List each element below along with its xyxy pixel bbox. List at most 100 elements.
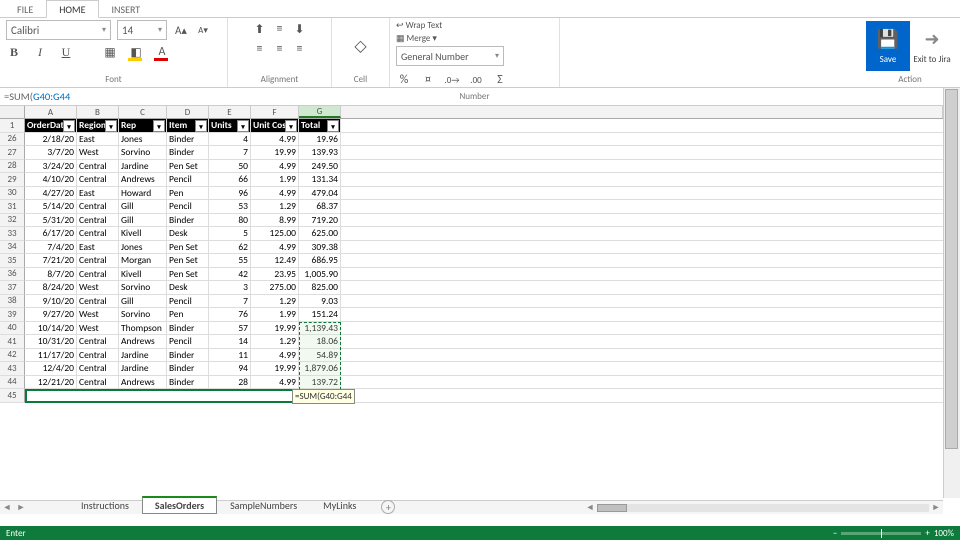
zoom-out-icon[interactable]: − bbox=[833, 528, 837, 539]
cell[interactable]: Gill bbox=[119, 214, 167, 228]
cell[interactable]: Pencil bbox=[167, 295, 209, 309]
cell[interactable] bbox=[209, 389, 251, 403]
format-cell-icon[interactable]: ◇ bbox=[353, 38, 369, 54]
cell[interactable]: 10/31/20 bbox=[25, 335, 77, 349]
cell[interactable]: Sorvino bbox=[119, 308, 167, 322]
cell[interactable]: 1.29 bbox=[251, 200, 299, 214]
cell[interactable]: 12.49 bbox=[251, 254, 299, 268]
col-header-F[interactable]: F bbox=[251, 106, 299, 118]
borders-icon[interactable]: ▦ bbox=[102, 44, 118, 60]
cell[interactable]: 94 bbox=[209, 362, 251, 376]
cell[interactable]: Kivell bbox=[119, 227, 167, 241]
sheet-tab-samplenumbers[interactable]: SampleNumbers bbox=[217, 497, 310, 514]
cell[interactable]: Central bbox=[77, 376, 119, 390]
cell[interactable]: 4.99 bbox=[251, 133, 299, 147]
cell[interactable]: 7 bbox=[209, 146, 251, 160]
cell[interactable]: 4.99 bbox=[251, 376, 299, 390]
percent-icon[interactable]: % bbox=[396, 72, 412, 88]
row-header[interactable]: 37 bbox=[0, 281, 25, 295]
table-header-D[interactable]: Item bbox=[167, 119, 209, 133]
cell[interactable]: 9/10/20 bbox=[25, 295, 77, 309]
cell[interactable]: Central bbox=[77, 200, 119, 214]
cell[interactable]: East bbox=[77, 133, 119, 147]
cell[interactable]: West bbox=[77, 281, 119, 295]
cell[interactable]: 7/21/20 bbox=[25, 254, 77, 268]
cell[interactable]: Pen Set bbox=[167, 268, 209, 282]
table-header-B[interactable]: Region bbox=[77, 119, 119, 133]
cell[interactable]: 5/31/20 bbox=[25, 214, 77, 228]
cell[interactable]: 479.04 bbox=[299, 187, 341, 201]
table-header-E[interactable]: Units bbox=[209, 119, 251, 133]
cell[interactable]: 11 bbox=[209, 349, 251, 363]
cell[interactable]: West bbox=[77, 146, 119, 160]
cell[interactable]: Pen Set bbox=[167, 254, 209, 268]
cell[interactable]: 80 bbox=[209, 214, 251, 228]
cell[interactable]: 1,139.43 bbox=[299, 322, 341, 336]
spreadsheet-grid[interactable]: A B C D E F G 1OrderDateRegionRepItemUni… bbox=[0, 106, 943, 500]
cell[interactable]: 8.99 bbox=[251, 214, 299, 228]
cell[interactable]: Jardine bbox=[119, 349, 167, 363]
cell[interactable]: Thompson bbox=[119, 322, 167, 336]
cell[interactable]: East bbox=[77, 241, 119, 255]
cell[interactable]: 4.99 bbox=[251, 349, 299, 363]
align-bottom-icon[interactable]: ⬇ bbox=[291, 20, 309, 38]
row-header[interactable]: 27 bbox=[0, 146, 25, 160]
cell[interactable]: 5 bbox=[209, 227, 251, 241]
cell[interactable]: 275.00 bbox=[251, 281, 299, 295]
scroll-right-icon[interactable]: ► bbox=[14, 502, 28, 513]
row-header[interactable]: 29 bbox=[0, 173, 25, 187]
cell[interactable]: 10/14/20 bbox=[25, 322, 77, 336]
row-header[interactable]: 34 bbox=[0, 241, 25, 255]
cell[interactable]: 54.89 bbox=[299, 349, 341, 363]
cell[interactable]: 57 bbox=[209, 322, 251, 336]
cell[interactable]: 309.38 bbox=[299, 241, 341, 255]
cell[interactable]: Binder bbox=[167, 322, 209, 336]
currency-icon[interactable]: ¤ bbox=[420, 72, 436, 88]
cell[interactable]: Central bbox=[77, 227, 119, 241]
cell[interactable]: 96 bbox=[209, 187, 251, 201]
cell[interactable]: 131.34 bbox=[299, 173, 341, 187]
zoom-in-icon[interactable]: + bbox=[925, 528, 929, 539]
col-header-blank[interactable] bbox=[341, 106, 943, 118]
cell[interactable]: Pencil bbox=[167, 173, 209, 187]
cell[interactable]: 625.00 bbox=[299, 227, 341, 241]
cell[interactable]: Central bbox=[77, 362, 119, 376]
table-header-G[interactable]: Total bbox=[299, 119, 341, 133]
zoom-slider[interactable] bbox=[841, 532, 921, 535]
increase-font-icon[interactable]: A▴ bbox=[173, 22, 189, 38]
cell[interactable] bbox=[119, 389, 167, 403]
cell[interactable]: Binder bbox=[167, 214, 209, 228]
cell[interactable]: Andrews bbox=[119, 335, 167, 349]
cell[interactable]: Central bbox=[77, 335, 119, 349]
cell[interactable]: 4.99 bbox=[251, 187, 299, 201]
cell[interactable]: Binder bbox=[167, 376, 209, 390]
col-header-C[interactable]: C bbox=[119, 106, 167, 118]
cell[interactable]: Central bbox=[77, 349, 119, 363]
row-header[interactable]: 36 bbox=[0, 268, 25, 282]
row-header[interactable]: 33 bbox=[0, 227, 25, 241]
cell[interactable]: Gill bbox=[119, 200, 167, 214]
align-center-icon[interactable]: ≡ bbox=[271, 40, 289, 58]
row-header[interactable]: 35 bbox=[0, 254, 25, 268]
cell[interactable]: Central bbox=[77, 268, 119, 282]
cell[interactable]: 1.99 bbox=[251, 308, 299, 322]
row-header[interactable]: 40 bbox=[0, 322, 25, 336]
tab-home[interactable]: HOME bbox=[46, 0, 98, 18]
cell[interactable]: Pencil bbox=[167, 200, 209, 214]
cell[interactable]: 8/24/20 bbox=[25, 281, 77, 295]
align-top-icon[interactable]: ⬆ bbox=[251, 20, 269, 38]
cell[interactable]: 4 bbox=[209, 133, 251, 147]
cell[interactable]: Jones bbox=[119, 241, 167, 255]
cell[interactable]: Pen Set bbox=[167, 241, 209, 255]
cell[interactable]: 3/7/20 bbox=[25, 146, 77, 160]
cell[interactable]: 7/4/20 bbox=[25, 241, 77, 255]
cell[interactable]: 53 bbox=[209, 200, 251, 214]
cell[interactable]: 151.24 bbox=[299, 308, 341, 322]
cell[interactable]: 11/17/20 bbox=[25, 349, 77, 363]
cell[interactable]: 76 bbox=[209, 308, 251, 322]
cell[interactable]: Sorvino bbox=[119, 281, 167, 295]
row-header[interactable]: 43 bbox=[0, 362, 25, 376]
decrease-decimal-icon[interactable]: .0→ bbox=[444, 72, 460, 88]
row-header[interactable]: 30 bbox=[0, 187, 25, 201]
cell[interactable]: Jardine bbox=[119, 160, 167, 174]
